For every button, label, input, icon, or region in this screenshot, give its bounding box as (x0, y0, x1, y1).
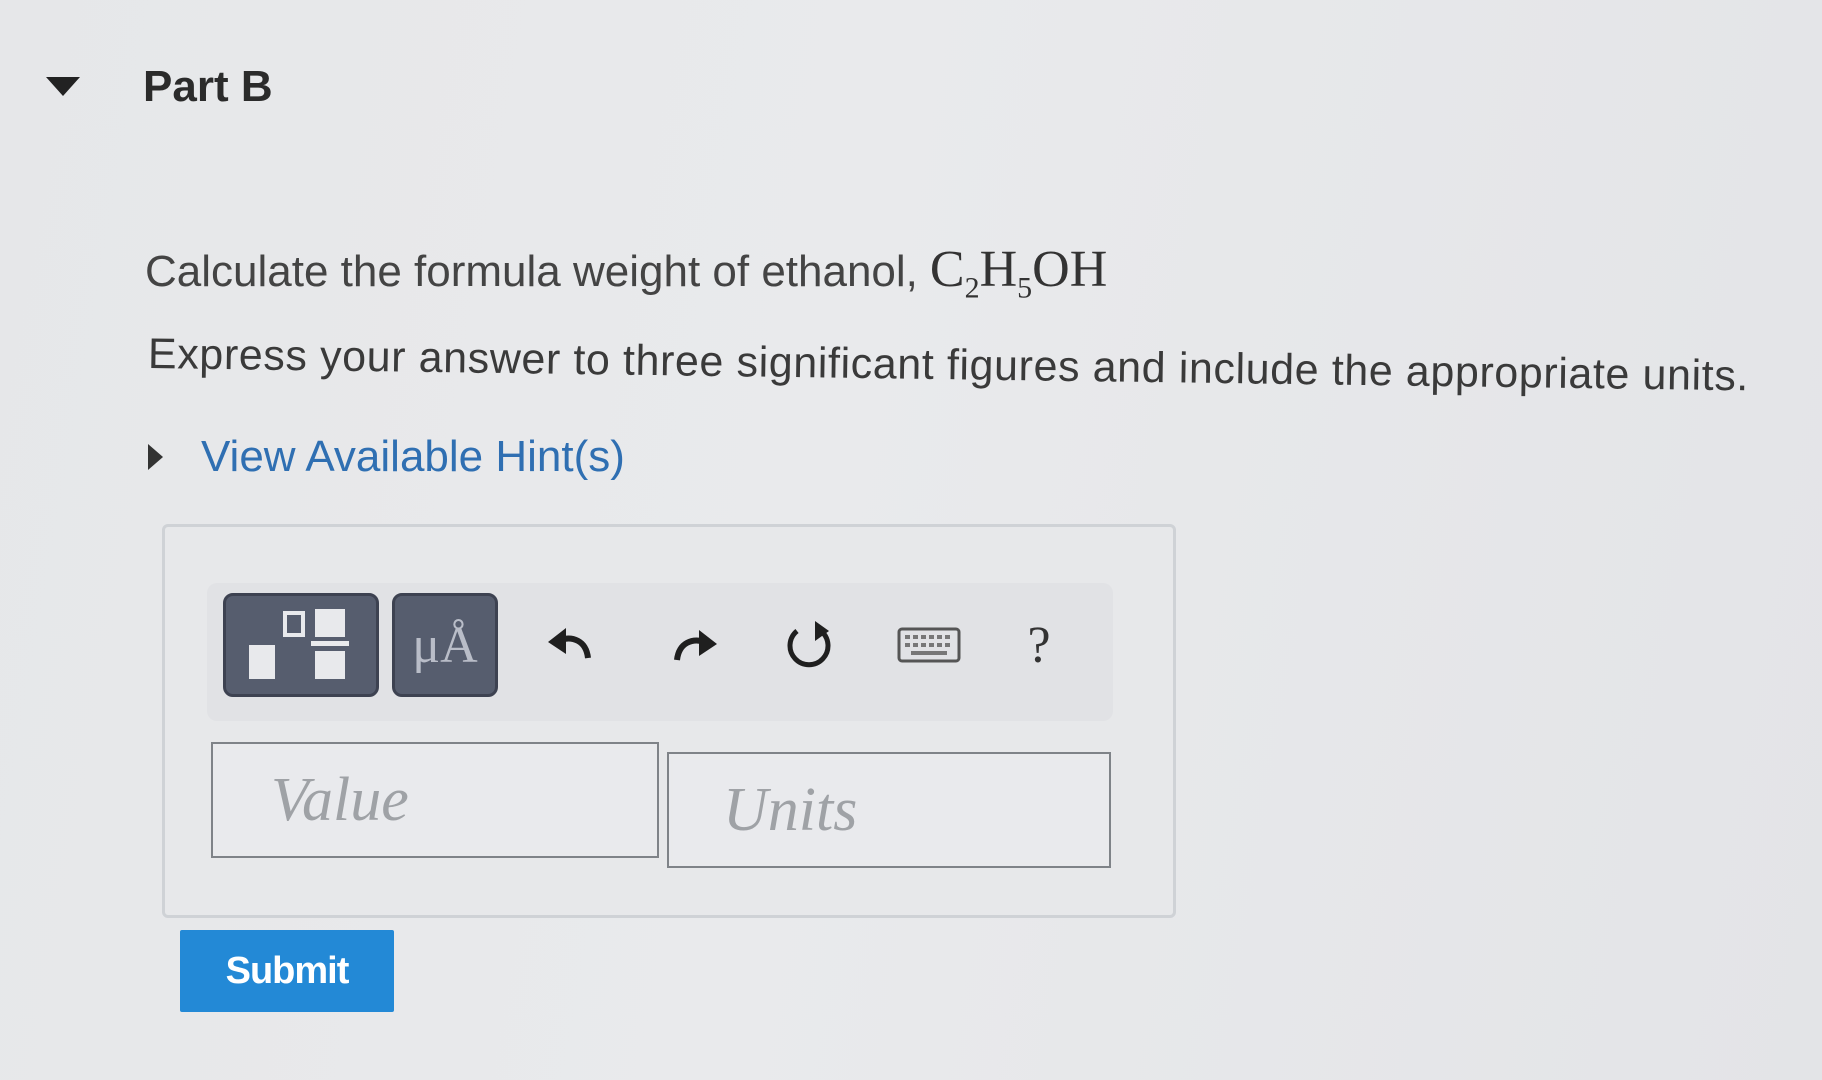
part-b-header[interactable]: Part B (40, 58, 540, 114)
question-prompt: Calculate the formula weight of ethanol, (145, 247, 918, 296)
redo-icon[interactable] (664, 613, 728, 677)
keyboard-icon[interactable] (897, 613, 961, 677)
answer-box: μÅ ? Value Units (162, 524, 1176, 918)
formula-oh: OH (1032, 241, 1108, 298)
view-hints-toggle[interactable]: View Available Hint(s) (148, 432, 625, 482)
symbols-label: μÅ (412, 616, 478, 674)
symbols-button[interactable]: μÅ (392, 593, 498, 697)
help-label: ? (1027, 616, 1051, 674)
keyboard-glyph (897, 627, 961, 663)
templates-button[interactable] (223, 593, 379, 697)
part-title: Part B (143, 62, 273, 111)
caret-right-icon (148, 444, 163, 470)
formula-h: H (979, 241, 1018, 298)
units-input[interactable] (667, 752, 1111, 868)
question-text: Calculate the formula weight of ethanol,… (145, 240, 1107, 305)
formula-c: C (929, 241, 965, 298)
help-icon[interactable]: ? (1007, 613, 1071, 677)
value-input[interactable] (211, 742, 659, 858)
ethanol-formula: C2H5OH (929, 241, 1108, 304)
formula-c-subscript: 2 (964, 271, 980, 305)
formula-h-subscript: 5 (1017, 271, 1033, 305)
caret-down-icon (46, 76, 80, 96)
undo-glyph (548, 628, 591, 659)
undo-icon[interactable] (537, 613, 601, 677)
instruction-text: Express your answer to three significant… (147, 330, 1750, 401)
redo-glyph (674, 630, 717, 661)
submit-button[interactable]: Submit (180, 930, 394, 1012)
math-toolbar: μÅ ? (207, 583, 1113, 721)
reset-icon[interactable] (777, 613, 841, 677)
reset-glyph (787, 621, 831, 668)
templates-icon (249, 609, 349, 679)
view-hints-link[interactable]: View Available Hint(s) (201, 432, 625, 482)
